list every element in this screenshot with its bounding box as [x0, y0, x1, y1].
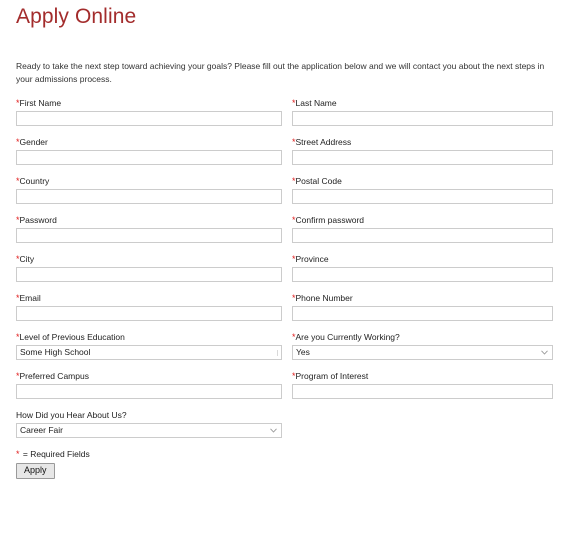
field-gender: *Gender	[16, 137, 282, 165]
field-how-did-you-hear-about-us: How Did you Hear About Us? Career Fair	[16, 410, 282, 438]
form-row: *Preferred Campus *Program of Interest	[16, 371, 564, 399]
label-text: Preferred Campus	[19, 371, 89, 381]
label-text: Last Name	[295, 98, 337, 108]
chevron-down-icon	[541, 350, 548, 355]
form-row: *First Name *Last Name	[16, 98, 564, 126]
label-text: Country	[19, 176, 50, 186]
field-label-country: *Country	[16, 176, 282, 187]
field-confirm-password: *Confirm password	[292, 215, 553, 243]
apply-submit-button[interactable]: Apply	[16, 463, 55, 479]
field-city: *City	[16, 254, 282, 282]
province-input[interactable]	[292, 267, 553, 282]
field-label-password: *Password	[16, 215, 282, 226]
select-value: Some High School	[20, 347, 91, 357]
field-label-street-address: *Street Address	[292, 137, 553, 148]
required-fields-note-text: = Required Fields	[20, 449, 90, 459]
label-text: Level of Previous Education	[19, 332, 125, 342]
password-input[interactable]	[16, 228, 282, 243]
field-program-of-interest: *Program of Interest	[292, 371, 553, 399]
label-text: Postal Code	[295, 176, 342, 186]
confirm-password-input[interactable]	[292, 228, 553, 243]
field-password: *Password	[16, 215, 282, 243]
field-label-program-of-interest: *Program of Interest	[292, 371, 553, 382]
application-form: *First Name *Last Name *Gender *Street A…	[16, 98, 564, 479]
field-label-are-you-currently-working: *Are you Currently Working?	[292, 332, 553, 343]
field-label-phone-number: *Phone Number	[292, 293, 553, 304]
label-text: First Name	[19, 98, 62, 108]
phone-number-input[interactable]	[292, 306, 553, 321]
form-row: *Email *Phone Number	[16, 293, 564, 321]
form-row: *Gender *Street Address	[16, 137, 564, 165]
required-fields-note: * = Required Fields	[16, 449, 564, 460]
label-text: City	[19, 254, 35, 264]
how-did-you-hear-about-us-select[interactable]: Career Fair	[16, 423, 282, 438]
field-label-preferred-campus: *Preferred Campus	[16, 371, 282, 382]
field-province: *Province	[292, 254, 553, 282]
label-text: Confirm password	[295, 215, 365, 225]
label-text: Phone Number	[295, 293, 353, 303]
chevron-down-icon	[270, 428, 277, 433]
email-input[interactable]	[16, 306, 282, 321]
street-address-input[interactable]	[292, 150, 553, 165]
level-of-previous-education-select[interactable]: Some High School	[16, 345, 282, 360]
field-first-name: *First Name	[16, 98, 282, 126]
field-label-city: *City	[16, 254, 282, 265]
postal-code-input[interactable]	[292, 189, 553, 204]
gender-input[interactable]	[16, 150, 282, 165]
country-input[interactable]	[16, 189, 282, 204]
label-text: Are you Currently Working?	[295, 332, 400, 342]
field-label-postal-code: *Postal Code	[292, 176, 553, 187]
field-label-first-name: *First Name	[16, 98, 282, 109]
field-label-email: *Email	[16, 293, 282, 304]
form-row: *Password *Confirm password	[16, 215, 564, 243]
apply-online-page: Apply Online Ready to take the next step…	[0, 0, 580, 536]
field-last-name: *Last Name	[292, 98, 553, 126]
city-input[interactable]	[16, 267, 282, 282]
field-street-address: *Street Address	[292, 137, 553, 165]
form-row: How Did you Hear About Us? Career Fair	[16, 410, 564, 438]
label-text: Province	[295, 254, 329, 264]
field-preferred-campus: *Preferred Campus	[16, 371, 282, 399]
field-label-province: *Province	[292, 254, 553, 265]
preferred-campus-input[interactable]	[16, 384, 282, 399]
field-label-how-did-you-hear-about-us: How Did you Hear About Us?	[16, 410, 127, 420]
form-row: *City *Province	[16, 254, 564, 282]
field-label-level-of-previous-education: *Level of Previous Education	[16, 332, 282, 343]
program-of-interest-input[interactable]	[292, 384, 553, 399]
label-text: Email	[19, 293, 41, 303]
intro-paragraph: Ready to take the next step toward achie…	[16, 61, 545, 84]
page-title: Apply Online	[16, 5, 137, 28]
field-email: *Email	[16, 293, 282, 321]
first-name-input[interactable]	[16, 111, 282, 126]
field-postal-code: *Postal Code	[292, 176, 553, 204]
form-row: *Country *Postal Code	[16, 176, 564, 204]
select-value: Career Fair	[20, 425, 63, 435]
field-label-confirm-password: *Confirm password	[292, 215, 553, 226]
field-level-of-previous-education: *Level of Previous Education Some High S…	[16, 332, 282, 360]
required-asterisk-icon: *	[16, 449, 20, 459]
field-label-last-name: *Last Name	[292, 98, 553, 109]
are-you-currently-working-select[interactable]: Yes	[292, 345, 553, 360]
label-text: Password	[19, 215, 57, 225]
label-text: Gender	[19, 137, 48, 147]
label-text: Street Address	[295, 137, 352, 147]
field-country: *Country	[16, 176, 282, 204]
label-text: Program of Interest	[295, 371, 369, 381]
field-are-you-currently-working: *Are you Currently Working? Yes	[292, 332, 553, 360]
field-label-gender: *Gender	[16, 137, 282, 148]
field-phone-number: *Phone Number	[292, 293, 553, 321]
select-value: Yes	[296, 347, 310, 357]
last-name-input[interactable]	[292, 111, 553, 126]
form-row: *Level of Previous Education Some High S…	[16, 332, 564, 360]
